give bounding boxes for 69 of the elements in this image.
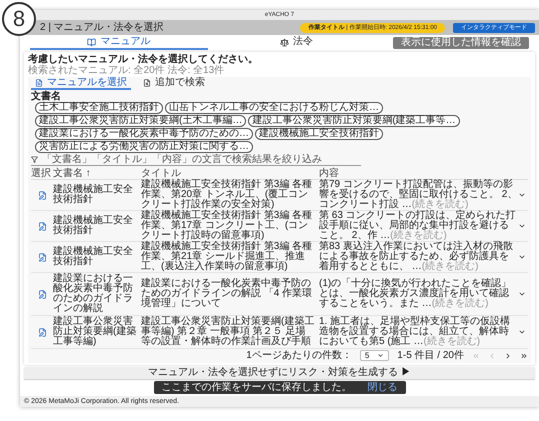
sub-tab[interactable]: 追加で検索 bbox=[139, 77, 209, 90]
page-range: 1-5 件目 / 20件 bbox=[397, 350, 464, 360]
table-cell-text: 建設工事公衆災害防止対策要綱(建築工事等編) 第２章 一般事項 第２５ 足場等の設置・解体時の作業計画及び手順 bbox=[141, 317, 316, 347]
document-edit-icon bbox=[38, 190, 46, 200]
tab[interactable]: 法令 bbox=[208, 36, 385, 50]
tab[interactable]: マニュアル bbox=[30, 36, 208, 50]
filter-icon bbox=[31, 156, 38, 163]
document-chip[interactable]: 山岳トンネル工事の安全における粉じん対策… bbox=[165, 102, 383, 114]
document-edit-icon bbox=[38, 290, 46, 298]
column-header: タイトル bbox=[141, 168, 181, 179]
expand-button[interactable] bbox=[518, 222, 526, 230]
document-chip[interactable]: 建設機械施工安全技術指針 bbox=[255, 128, 383, 140]
last-page-icon[interactable] bbox=[520, 352, 528, 360]
table-cell-text: 建設機械施工安全技術指針 bbox=[53, 216, 134, 236]
table-cell-text: 1. 施工者は、足場や型枠支保工等の仮設構造物を設置する場合には、組立て、解体時においても第5 (施工 …(続きを読む) bbox=[319, 317, 512, 347]
table-cell-text: 建設機械施工安全技術指針 第3編 各種作業、第20章 トンネル工、(覆工コンクリート打設作業の安全対策) bbox=[141, 180, 314, 210]
document-chip[interactable]: 建設工事公衆災害防止対策要綱(土木工事編… bbox=[35, 115, 246, 127]
expand-button[interactable] bbox=[518, 253, 526, 261]
close-link[interactable]: 閉じる bbox=[368, 382, 398, 392]
expand-button[interactable] bbox=[518, 191, 526, 199]
document-edit-icon bbox=[38, 328, 46, 336]
document-chip[interactable]: 建設工事公衆災害防止対策要綱(建築工事等… bbox=[248, 115, 460, 127]
expand-button[interactable] bbox=[518, 328, 526, 336]
document-edit-icon bbox=[38, 222, 46, 230]
chevron-down-icon bbox=[518, 222, 526, 230]
page-title: 2 | マニュアル・法令を選択 bbox=[40, 22, 165, 32]
document-chip[interactable]: 建設業における一酸化炭素中毒予防のための… bbox=[35, 128, 253, 140]
document-edit-icon bbox=[38, 252, 46, 262]
table-cell-text: 建設業における一酸化炭素中毒予防のためのガイドラインの解説 「4 作業環境管理」について bbox=[141, 279, 314, 309]
table-cell-text: 第 63 コンクリートの打設は、定められた打設手順に従い、局部的な集中打設を避けること。 2、作 …(続きを読む) bbox=[319, 211, 517, 241]
next-page-icon[interactable] bbox=[504, 352, 512, 360]
select-document-button[interactable] bbox=[38, 190, 46, 200]
document-chip[interactable]: 土木工事安全施工技術指針 bbox=[35, 102, 163, 114]
column-header: 内容 bbox=[319, 168, 339, 179]
generate-without-selection-button[interactable]: マニュアル・法令を選択せずにリスク・対策を生成する ▶ bbox=[24, 367, 535, 379]
rows-per-page-select[interactable]: 5 bbox=[360, 350, 390, 361]
table-cell-text: (1)の「十分に換気が行われたことを確認」とは、一酸化炭素ガス濃度計を用いて確認することをいう。また …(続きを読む) bbox=[319, 279, 512, 309]
chevron-down-icon bbox=[518, 253, 526, 261]
info-button[interactable]: 表示に使用した情報を確認 bbox=[393, 37, 529, 49]
column-header: 選択 bbox=[31, 168, 51, 179]
table-cell-text: 建設機械施工安全技術指針 bbox=[53, 185, 134, 205]
select-document-button[interactable] bbox=[38, 222, 46, 230]
card-subtitle: 検索されたマニュアル: 全20件 法令: 全13件 bbox=[28, 65, 226, 76]
column-header: 文書名 ↑ bbox=[53, 168, 91, 179]
scale-icon bbox=[280, 38, 289, 46]
sub-tab[interactable]: マニュアルを選択 bbox=[31, 77, 131, 90]
select-document-button[interactable] bbox=[38, 328, 46, 336]
book-icon bbox=[87, 38, 96, 46]
table-cell-text: 建設工事公衆災害防止対策要綱(建築工事等編) bbox=[53, 317, 138, 347]
table-cell-text: 建設機械施工安全技術指針 bbox=[53, 247, 134, 267]
chevron-down-icon bbox=[518, 191, 526, 199]
select-document-button[interactable] bbox=[38, 252, 46, 262]
filter-label: 文書名 bbox=[31, 91, 62, 102]
table-cell: 第79 コンクリート打設配管は、振動等の影響を受けるので、堅固に取付けること。 2、コンクリート打設 …(続きを読む) bbox=[319, 180, 518, 210]
document-chip[interactable]: 災害防止による労働災害の防止対策に関する… bbox=[35, 141, 253, 153]
table-cell-text: 建設機械施工安全技術指針 第3編 各種作業、第17章 コンクリート工、(コンクリート打設時の留意事項) bbox=[141, 211, 314, 241]
select-document-button[interactable] bbox=[38, 290, 46, 298]
rows-per-page-label: 1ページあたりの件数： bbox=[246, 350, 352, 360]
document-icon bbox=[35, 78, 43, 86]
document-icon bbox=[143, 78, 151, 86]
expand-button[interactable] bbox=[518, 290, 526, 298]
table-cell-text: 建設業における一酸化炭素中毒予防のためのガイドラインの解説 bbox=[53, 274, 134, 314]
card-heading: 考慮したいマニュアル・法令を選択してください。 bbox=[28, 54, 259, 65]
table-cell-text: 建設機械施工安全技術指針 第3編 各種作業、第21章 シールド掘進工、推進工、(裏込注入作業時の留意事項) bbox=[141, 242, 314, 272]
chevron-down-icon bbox=[518, 328, 526, 336]
chevron-down-icon bbox=[518, 290, 526, 298]
snackbar-message: ここまでの作業をサーバに保存しました。 bbox=[162, 382, 352, 392]
table-cell-text: 第83 裏込注入作業においては注入材の飛散による事故を防止するため、必ず防護具を着用するとともに、 …(続きを読む) bbox=[319, 242, 514, 272]
dropdown-caret-icon bbox=[377, 352, 384, 359]
